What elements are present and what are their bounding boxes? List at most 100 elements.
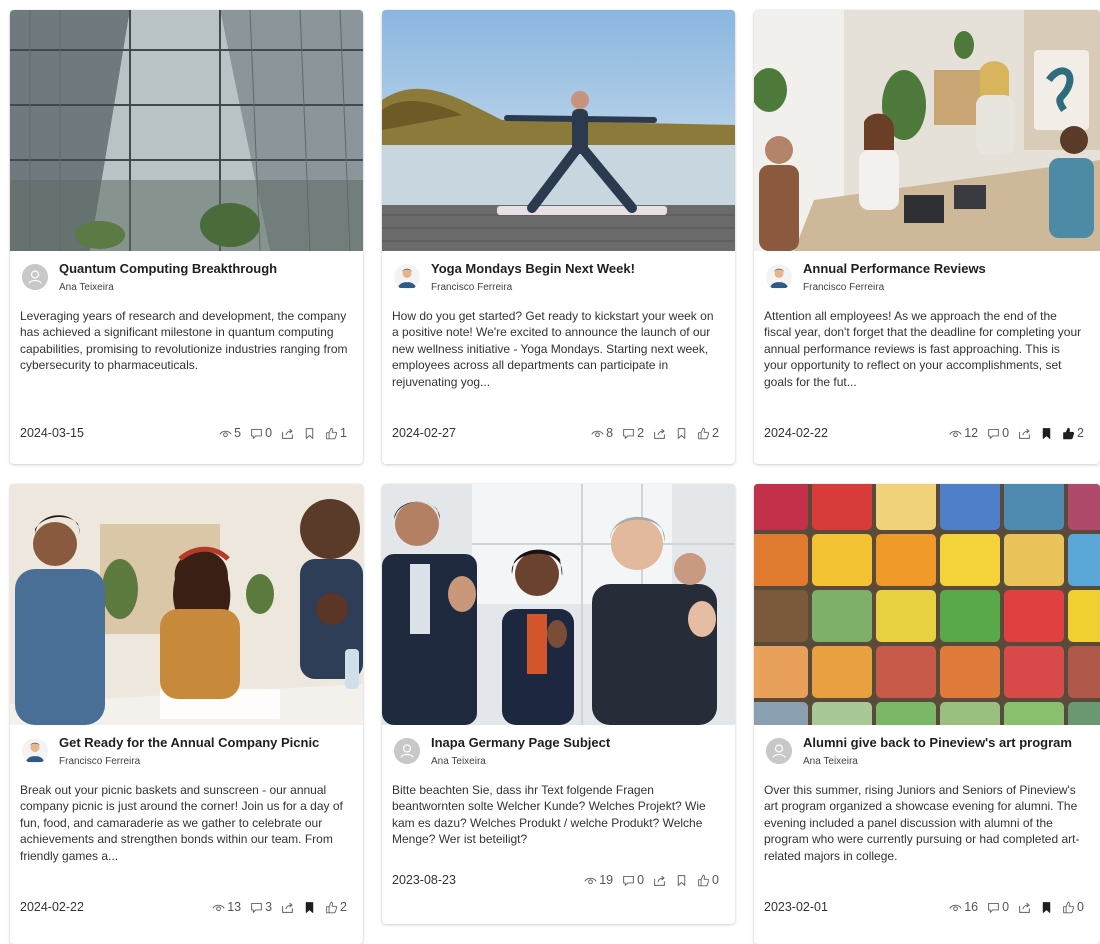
card-image: [382, 10, 735, 251]
share-button[interactable]: [1018, 427, 1031, 440]
share-button[interactable]: [653, 874, 666, 887]
views-count: 19: [599, 873, 614, 887]
comments-button[interactable]: 0: [987, 426, 1009, 440]
comments-count: 3: [265, 900, 273, 914]
bookmark-button[interactable]: [675, 874, 688, 887]
card-footer: 2024-02-27 8 2 2: [392, 424, 725, 444]
comment-icon: [251, 902, 262, 913]
bookmark-button[interactable]: [1040, 901, 1053, 914]
comments-button[interactable]: 0: [987, 900, 1009, 914]
card-title[interactable]: Inapa Germany Page Subject: [431, 735, 610, 750]
share-icon: [1019, 902, 1030, 913]
card-title[interactable]: Quantum Computing Breakthrough: [59, 261, 277, 276]
comments-button[interactable]: 3: [250, 900, 272, 914]
share-button[interactable]: [281, 427, 294, 440]
eye-icon: [949, 904, 962, 911]
share-button[interactable]: [1018, 901, 1031, 914]
card-author: Francisco Ferreira: [803, 282, 885, 293]
views-stat: 13: [212, 900, 241, 914]
views-count: 13: [227, 900, 242, 914]
avatar: [394, 264, 420, 290]
views-count: 5: [234, 426, 242, 440]
like-button[interactable]: 0: [1062, 900, 1084, 914]
card-footer: 2023-02-01 16 0 0: [764, 898, 1090, 918]
card-excerpt: How do you get started? Get ready to kic…: [392, 309, 714, 389]
card-date: 2023-08-23: [392, 873, 456, 887]
comments-button[interactable]: 0: [250, 426, 272, 440]
comments-button[interactable]: 0: [622, 873, 644, 887]
comment-icon: [623, 428, 634, 439]
bookmark-button[interactable]: [303, 901, 316, 914]
comment-icon: [988, 428, 999, 439]
avatar: [766, 738, 792, 764]
comment-icon: [251, 428, 262, 439]
card-title[interactable]: Yoga Mondays Begin Next Week!: [431, 261, 635, 276]
eye-icon: [219, 430, 232, 437]
news-card[interactable]: Annual Performance Reviews Francisco Fer…: [754, 10, 1100, 464]
card-title[interactable]: Alumni give back to Pineview's art progr…: [803, 735, 1072, 750]
like-button[interactable]: 2: [1062, 426, 1084, 440]
news-card[interactable]: Alumni give back to Pineview's art progr…: [754, 484, 1100, 944]
card-author: Ana Teixeira: [59, 282, 114, 293]
likes-count: 0: [712, 873, 719, 887]
person-avatar-icon: [394, 264, 420, 290]
card-image: [754, 484, 1100, 725]
views-stat: 8: [591, 426, 613, 440]
generic-user-icon: [22, 264, 48, 290]
bookmark-icon: [677, 874, 686, 886]
card-date: 2024-02-27: [392, 426, 456, 440]
comments-count: 0: [637, 873, 645, 887]
card-excerpt: Attention all employees! As we approach …: [764, 309, 1082, 389]
card-footer: 2024-02-22 12 0 2: [764, 424, 1090, 444]
card-date: 2024-02-22: [20, 900, 84, 914]
bookmark-button[interactable]: [303, 427, 316, 440]
views-stat: 19: [584, 873, 613, 887]
thumbs-up-icon: [698, 874, 710, 886]
share-button[interactable]: [281, 901, 294, 914]
eye-icon: [949, 430, 962, 437]
views-stat: 5: [219, 426, 241, 440]
like-button[interactable]: 0: [697, 873, 719, 887]
generic-user-icon: [766, 738, 792, 764]
likes-count: 0: [1077, 900, 1084, 914]
news-card[interactable]: Inapa Germany Page Subject Ana Teixeira …: [382, 484, 735, 924]
views-count: 12: [964, 426, 979, 440]
share-button[interactable]: [653, 427, 666, 440]
generic-user-icon: [394, 738, 420, 764]
comments-button[interactable]: 2: [622, 426, 644, 440]
bookmark-icon: [1042, 427, 1051, 439]
thumbs-up-icon: [1063, 901, 1075, 913]
card-excerpt: Bitte beachten Sie, dass ihr Text folgen…: [392, 783, 706, 847]
news-card[interactable]: Get Ready for the Annual Company Picnic …: [10, 484, 363, 944]
avatar: [766, 264, 792, 290]
thumbs-up-icon: [326, 427, 338, 439]
news-card[interactable]: Quantum Computing Breakthrough Ana Teixe…: [10, 10, 363, 464]
card-title[interactable]: Get Ready for the Annual Company Picnic: [59, 735, 319, 750]
like-button[interactable]: 2: [325, 900, 347, 914]
thumbs-up-icon: [1063, 427, 1075, 439]
comments-count: 0: [1002, 426, 1010, 440]
card-title[interactable]: Annual Performance Reviews: [803, 261, 986, 276]
bookmark-button[interactable]: [1040, 427, 1053, 440]
bookmark-button[interactable]: [675, 427, 688, 440]
avatar: [394, 738, 420, 764]
bookmark-icon: [1042, 901, 1051, 913]
share-icon: [1019, 428, 1030, 439]
share-icon: [282, 428, 293, 439]
news-card[interactable]: Yoga Mondays Begin Next Week! Francisco …: [382, 10, 735, 464]
card-image: [10, 484, 363, 725]
thumbs-up-icon: [698, 427, 710, 439]
card-date: 2024-03-15: [20, 426, 84, 440]
card-image: [754, 10, 1100, 251]
comments-count: 0: [1002, 900, 1010, 914]
like-button[interactable]: 2: [697, 426, 719, 440]
like-button[interactable]: 1: [325, 426, 347, 440]
person-avatar-icon: [22, 738, 48, 764]
views-stat: 12: [949, 426, 978, 440]
comment-icon: [623, 875, 634, 886]
share-icon: [654, 875, 665, 886]
card-author: Francisco Ferreira: [431, 282, 513, 293]
card-footer: 2024-03-15 5 0 1: [20, 424, 353, 444]
card-footer: 2024-02-22 13 3 2: [20, 898, 353, 918]
comment-icon: [988, 902, 999, 913]
